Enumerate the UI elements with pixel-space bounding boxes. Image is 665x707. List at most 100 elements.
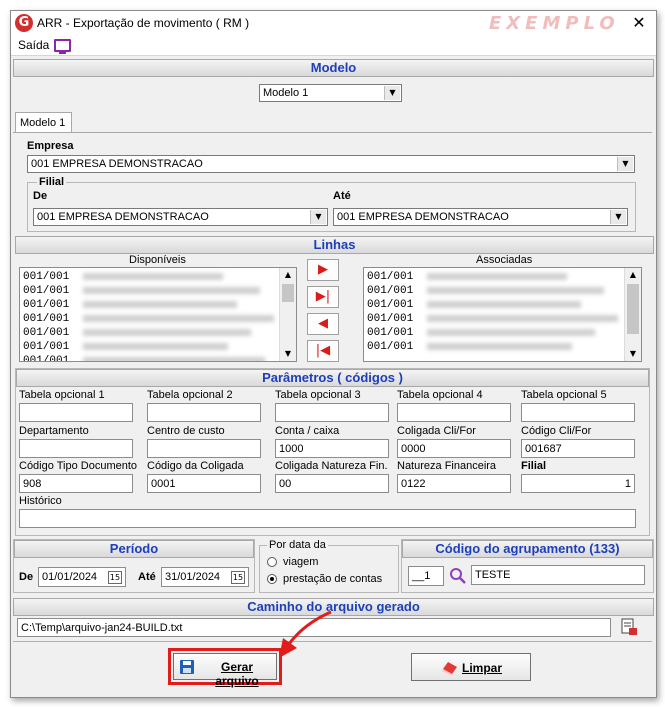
chevron-down-icon: ▼ <box>384 86 400 100</box>
disponiveis-label: Disponíveis <box>129 254 186 266</box>
radio-viagem[interactable] <box>267 557 277 567</box>
list-item-code: 001/001 <box>367 327 414 339</box>
tab-modelo-1[interactable]: Modelo 1 <box>15 112 72 133</box>
list-item[interactable]: 001/001 <box>23 355 266 362</box>
close-button[interactable]: ✕ <box>627 13 651 33</box>
scroll-down-icon[interactable]: ▼ <box>280 347 296 361</box>
periodo-de-input[interactable]: 01/01/2024 15 <box>38 567 126 587</box>
calendar-icon[interactable]: 15 <box>231 571 245 584</box>
param-input[interactable]: 00 <box>275 474 389 493</box>
historico-input[interactable] <box>19 509 636 528</box>
param-input[interactable] <box>147 403 261 422</box>
scroll-up-icon[interactable]: ▲ <box>625 268 641 282</box>
radio-viagem-label[interactable]: viagem <box>283 556 318 568</box>
redacted-text <box>427 314 619 322</box>
param-input[interactable] <box>521 403 635 422</box>
associadas-label: Associadas <box>476 254 533 266</box>
list-item[interactable]: 001/001 <box>367 299 582 311</box>
list-item[interactable]: 001/001 <box>367 271 568 283</box>
param-input[interactable] <box>19 403 133 422</box>
monitor-icon[interactable] <box>54 39 71 54</box>
chevron-down-icon: ▼ <box>610 210 626 224</box>
list-item[interactable]: 001/001 <box>23 285 261 297</box>
disponiveis-scrollbar[interactable]: ▲ ▼ <box>279 268 296 361</box>
list-item-code: 001/001 <box>23 355 70 362</box>
move-right-button[interactable]: ▶ <box>307 259 339 281</box>
param-input[interactable]: 001687 <box>521 439 635 458</box>
param-input[interactable]: 0001 <box>147 474 261 493</box>
filial-de-label: De <box>33 190 48 202</box>
param-label: Filial <box>521 460 547 472</box>
gerar-arquivo-button[interactable]: Gerar arquivo <box>173 653 277 688</box>
empresa-select[interactable]: 001 EMPRESA DEMONSTRACAO ▼ <box>27 155 635 173</box>
modelo-select[interactable]: Modelo 1 ▼ <box>259 84 402 102</box>
redacted-text <box>83 328 252 336</box>
list-item[interactable]: 001/001 <box>23 313 275 325</box>
menu-saida[interactable]: Saída <box>18 38 49 52</box>
gerar-arquivo-label: Gerar arquivo <box>215 660 259 688</box>
list-item[interactable]: 001/001 <box>367 313 619 325</box>
list-item-code: 001/001 <box>23 313 70 325</box>
list-item-code: 001/001 <box>23 299 70 311</box>
search-icon[interactable] <box>449 567 467 585</box>
list-item[interactable]: 001/001 <box>23 327 252 339</box>
parametros-header: Parâmetros ( códigos ) <box>16 369 649 387</box>
linhas-header: Linhas <box>15 236 654 254</box>
param-input[interactable]: 1 <box>521 474 635 493</box>
param-input[interactable] <box>147 439 261 458</box>
floppy-icon <box>180 660 194 674</box>
agrupamento-code-input[interactable]: __1 <box>408 566 444 586</box>
param-input[interactable]: 0122 <box>397 474 511 493</box>
list-item[interactable]: 001/001 <box>23 299 238 311</box>
periodo-ate-input[interactable]: 31/01/2024 15 <box>161 567 249 587</box>
param-label: Tabela opcional 4 <box>397 389 483 401</box>
list-item[interactable]: 001/001 <box>367 341 573 353</box>
redacted-text <box>427 272 568 280</box>
empresa-value: 001 EMPRESA DEMONSTRACAO <box>31 158 203 170</box>
param-label: Coligada Cli/For <box>397 425 476 437</box>
disponiveis-list[interactable]: 001/001 001/001 001/001 001/001 001/001 001/0… <box>19 267 297 362</box>
redacted-text <box>83 286 261 294</box>
associadas-scrollbar[interactable]: ▲ ▼ <box>624 268 641 361</box>
periodo-de-value: 01/01/2024 <box>42 571 98 583</box>
tab-label: Modelo 1 <box>20 117 66 129</box>
watermark: EXEMPLO <box>489 13 620 34</box>
list-item[interactable]: 001/001 <box>367 285 605 297</box>
param-input[interactable] <box>19 439 133 458</box>
list-item[interactable]: 001/001 <box>23 341 229 353</box>
param-label: Código da Coligada <box>147 460 244 472</box>
radio-prestacao-label[interactable]: prestação de contas <box>283 573 382 585</box>
folder-browse-icon[interactable] <box>619 617 639 637</box>
historico-label: Histórico <box>19 495 62 507</box>
move-left-button[interactable]: ◀ <box>307 313 339 335</box>
periodo-header: Período <box>14 540 254 558</box>
list-item[interactable]: 001/001 <box>23 271 224 283</box>
scroll-down-icon[interactable]: ▼ <box>625 347 641 361</box>
param-input[interactable]: 0000 <box>397 439 511 458</box>
agrupamento-value-input[interactable]: TESTE <box>471 565 645 585</box>
list-item-code: 001/001 <box>367 271 414 283</box>
limpar-button[interactable]: Limpar <box>411 653 531 681</box>
move-all-right-button[interactable]: ▶| <box>307 286 339 308</box>
filial-de-select[interactable]: 001 EMPRESA DEMONSTRACAO ▼ <box>33 208 328 226</box>
associadas-list[interactable]: 001/001 001/001 001/001 001/001 001/001 001/0… <box>363 267 642 362</box>
list-item-code: 001/001 <box>23 285 70 297</box>
param-input[interactable] <box>397 403 511 422</box>
filial-ate-select[interactable]: 001 EMPRESA DEMONSTRACAO ▼ <box>333 208 628 226</box>
list-item-code: 001/001 <box>23 271 70 283</box>
scroll-up-icon[interactable]: ▲ <box>280 268 296 282</box>
list-item[interactable]: 001/001 <box>367 327 596 339</box>
param-input[interactable] <box>275 403 389 422</box>
scroll-thumb[interactable] <box>627 284 639 334</box>
param-input[interactable]: 908 <box>19 474 133 493</box>
param-input[interactable]: 1000 <box>275 439 389 458</box>
radio-prestacao[interactable] <box>267 574 277 584</box>
param-label: Natureza Financeira <box>397 460 497 472</box>
redacted-text <box>83 342 229 350</box>
scroll-thumb[interactable] <box>282 284 294 302</box>
calendar-icon[interactable]: 15 <box>108 571 122 584</box>
periodo-ate-value: 31/01/2024 <box>165 571 221 583</box>
move-all-left-button[interactable]: |◀ <box>307 340 339 362</box>
window-title: ARR - Exportação de movimento ( RM ) <box>37 16 250 30</box>
periodo-ate-label: Até <box>138 571 156 583</box>
